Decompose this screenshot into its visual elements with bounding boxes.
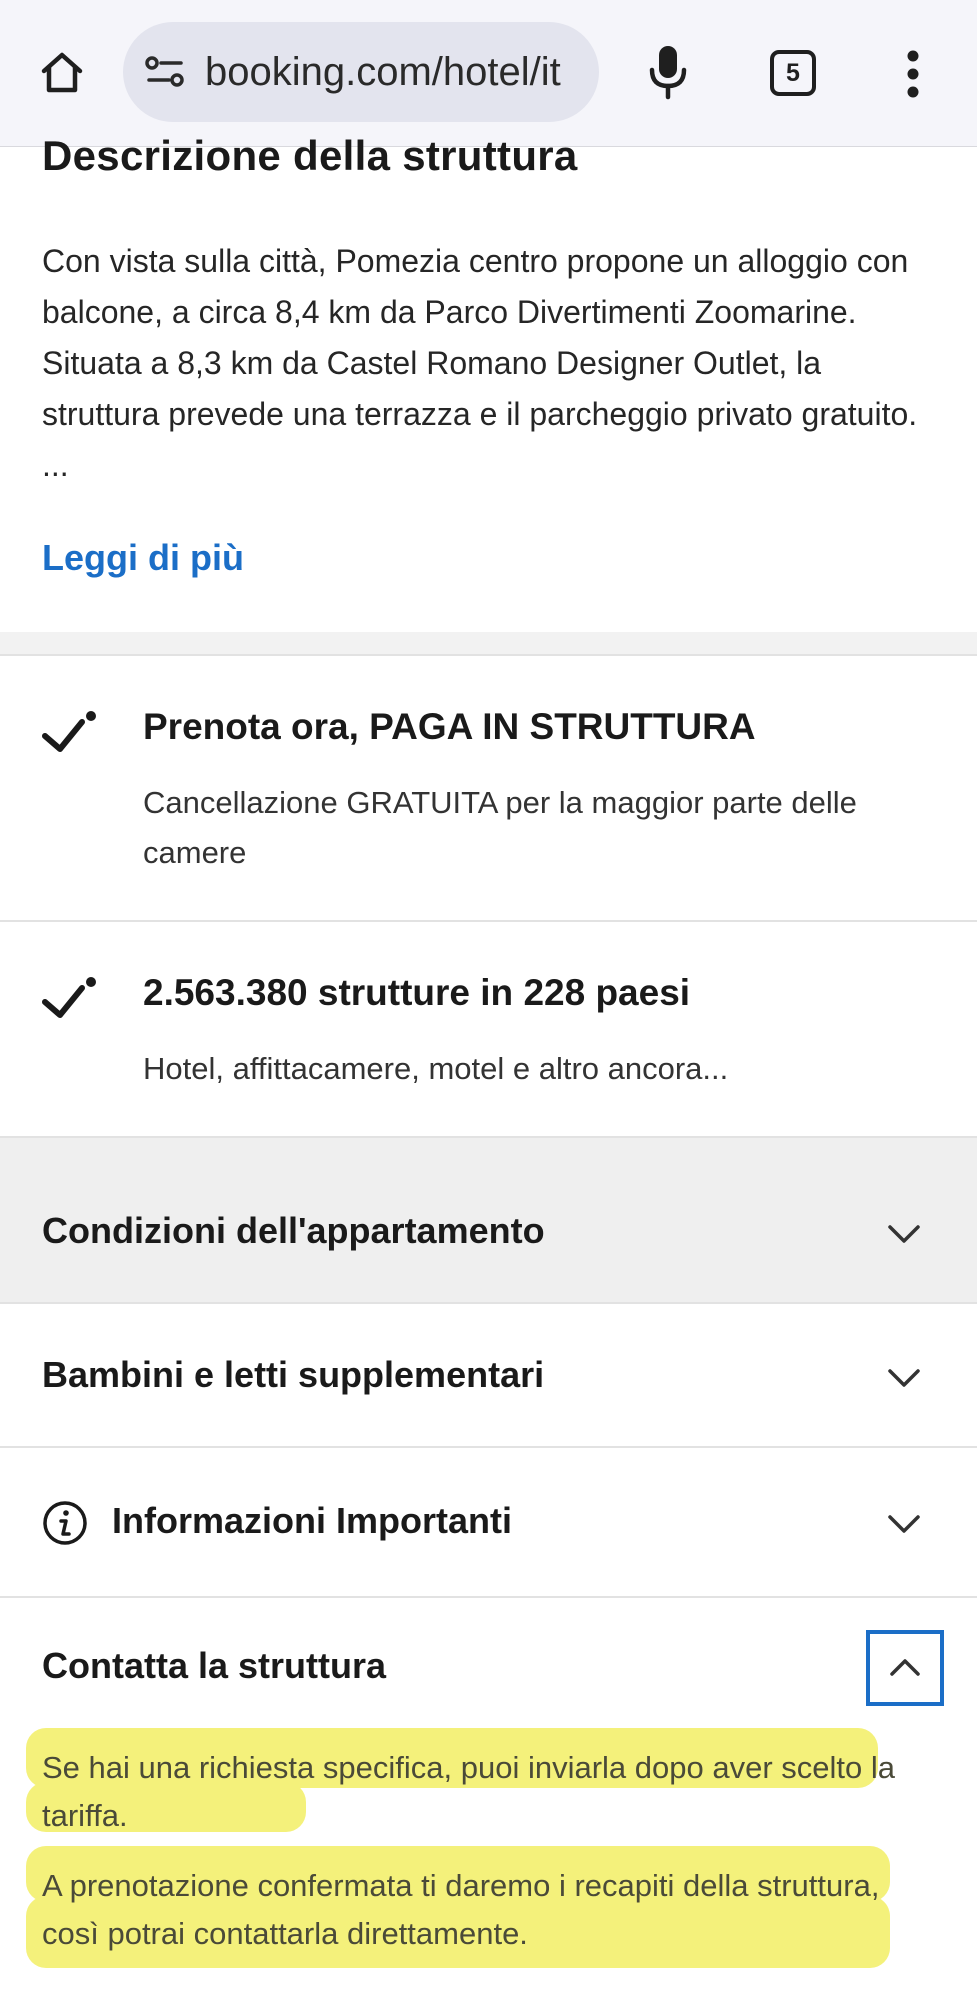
- accordion-title: Bambini e letti supplementari: [42, 1354, 545, 1395]
- collapse-contact-button[interactable]: [866, 1630, 944, 1706]
- tab-count: 5: [786, 58, 800, 87]
- check-icon: [42, 977, 96, 1018]
- url-text[interactable]: booking.com/hotel/it: [205, 50, 561, 95]
- info-icon: [43, 1501, 87, 1545]
- chevron-down-icon: [888, 1369, 920, 1387]
- accordion-important-info[interactable]: Informazioni Importanti: [0, 1448, 977, 1598]
- address-bar[interactable]: booking.com/hotel/it: [123, 22, 599, 122]
- home-icon: [41, 52, 83, 93]
- check-icon: [42, 711, 96, 752]
- feature-properties-count: 2.563.380 strutture in 228 paesi Hotel, …: [0, 922, 977, 1138]
- contact-section-title: Contatta la struttura: [42, 1645, 387, 1686]
- more-vert-icon: [907, 50, 919, 98]
- site-settings-icon[interactable]: [143, 50, 187, 94]
- mic-icon: [649, 46, 687, 100]
- feature-title: Prenota ora, PAGA IN STRUTTURA: [143, 706, 756, 747]
- read-more-link[interactable]: Leggi di più: [42, 537, 244, 579]
- tab-count-icon[interactable]: 5: [770, 50, 816, 96]
- feature-title: 2.563.380 strutture in 228 paesi: [143, 972, 691, 1013]
- chevron-down-icon: [888, 1225, 920, 1243]
- home-button[interactable]: [34, 44, 90, 100]
- accordion-children-extra-beds[interactable]: Bambini e letti supplementari: [0, 1304, 977, 1448]
- feature-pay-at-property: Prenota ora, PAGA IN STRUTTURA Cancellaz…: [0, 656, 977, 922]
- accordion-apartment-conditions[interactable]: Condizioni dell'appartamento: [0, 1138, 977, 1304]
- contact-text: Se hai una richiesta specifica, puoi inv…: [42, 1750, 895, 1833]
- voice-search-button[interactable]: [640, 40, 696, 104]
- chevron-up-icon: [890, 1659, 920, 1676]
- description-text: Con vista sulla città, Pomezia centro pr…: [42, 243, 918, 483]
- section-divider: [0, 632, 977, 656]
- browser-toolbar: booking.com/hotel/it 5: [0, 0, 977, 147]
- feature-text: Cancellazione GRATUITA per la maggior pa…: [143, 785, 857, 870]
- accordion-title: Condizioni dell'appartamento: [42, 1210, 545, 1251]
- chevron-down-icon: [888, 1515, 920, 1533]
- browser-menu-button[interactable]: [893, 46, 933, 102]
- contact-text: A prenotazione confermata ti daremo i re…: [42, 1868, 880, 1951]
- accordion-title: Informazioni Importanti: [112, 1500, 512, 1541]
- description-title: Descrizione della struttura: [42, 132, 578, 179]
- feature-text: Hotel, affittacamere, motel e altro anco…: [143, 1051, 729, 1086]
